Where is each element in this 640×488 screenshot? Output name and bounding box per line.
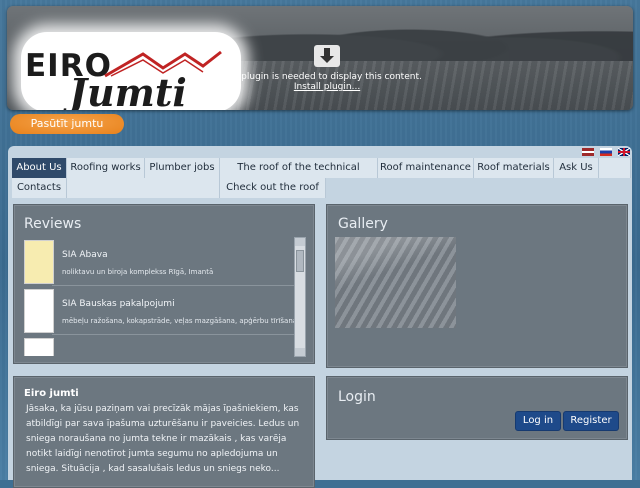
nav-check-out-roof[interactable]: Check out the roof [220,178,326,198]
scroll-thumb[interactable] [296,250,304,272]
flag-ru-icon[interactable] [600,148,612,156]
nav-filler-3 [326,178,630,198]
gallery-title: Gallery [338,216,388,232]
install-plugin-link[interactable]: Install plugin... [217,82,437,92]
nav-about-us[interactable]: About Us [12,158,67,178]
review-name: SIA Bauskas pakalpojumi [62,299,175,309]
review-document-thumbnail[interactable] [24,240,54,284]
nav-plumber-jobs[interactable]: Plumber jobs [145,158,220,178]
review-divider [52,285,294,286]
nav-roof-maintenance[interactable]: Roof maintenance [378,158,474,178]
nav-ask-us[interactable]: Ask Us [554,158,599,178]
flag-lv-icon[interactable] [582,148,594,156]
review-item[interactable]: SIA Abava noliktavu un biroja komplekss … [22,238,294,288]
reviews-list: SIA Abava noliktavu un biroja komplekss … [22,236,294,356]
nav-technical-survey[interactable]: The roof of the technical survey [220,158,378,193]
reviews-scrollbar[interactable] [294,237,306,357]
flag-en-icon[interactable] [618,148,630,156]
plugin-message: A plugin is needed to display this conte… [232,72,422,82]
review-item[interactable] [22,336,294,356]
login-title: Login [338,389,376,405]
reviews-title: Reviews [24,216,82,232]
header-banner: EIRO Jumti A plugin is needed to display… [7,6,633,110]
scroll-down-arrow-icon[interactable] [295,348,305,356]
review-description: mēbeļu ražošana, kokapstrāde, veļas mazg… [62,317,294,325]
review-item[interactable]: SIA Bauskas pakalpojumi mēbeļu ražošana,… [22,287,294,337]
scroll-up-arrow-icon[interactable] [295,238,305,246]
nav-roofing-works[interactable]: Roofing works [67,158,145,178]
plugin-icon[interactable] [314,45,340,67]
about-title: Eiro jumti [24,388,79,399]
main-nav: About Us Roofing works Plumber jobs The … [10,157,631,198]
banner-trees [227,6,633,66]
review-name: SIA Abava [62,250,108,260]
register-button[interactable]: Register [563,411,619,431]
review-divider [52,334,294,335]
review-description: noliktavu un biroja komplekss Rīgā, Iman… [62,268,214,276]
nav-filler [599,158,631,178]
login-button[interactable]: Log in [515,411,561,431]
review-document-thumbnail[interactable] [24,289,54,333]
order-roof-button[interactable]: Pasūtīt jumtu [10,114,124,134]
nav-roof-materials[interactable]: Roof materials [474,158,554,178]
logo-text-bottom: Jumti [69,70,187,110]
gallery-roof-photo[interactable] [335,237,456,328]
nav-contacts[interactable]: Contacts [12,178,67,198]
nav-filler-2 [67,178,220,198]
review-document-thumbnail[interactable] [24,338,54,356]
about-text: Jāsaka, ka jūsu paziņam vai precīzāk māj… [26,404,300,474]
